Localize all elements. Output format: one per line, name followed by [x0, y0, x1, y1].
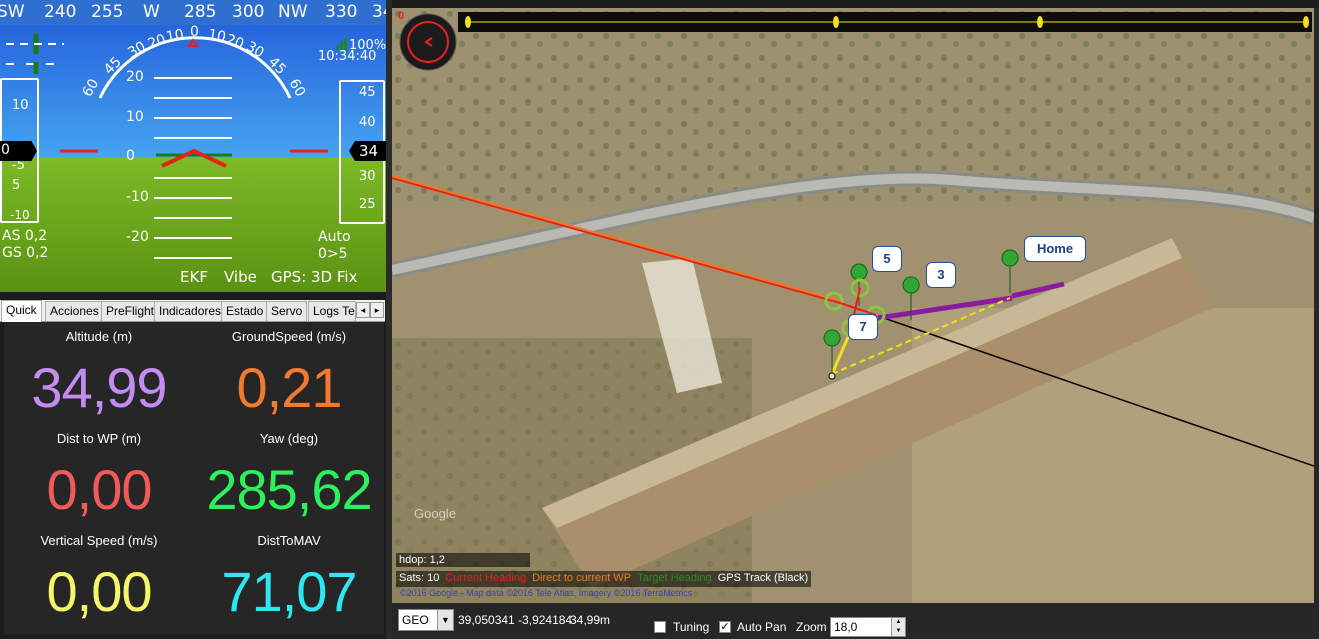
zoom-input[interactable]: 18,0 ▲ ▼: [830, 617, 906, 637]
altitude-label: Altitude (m): [65, 329, 133, 344]
home-marker[interactable]: Home: [1024, 236, 1086, 262]
flight-mode: Auto: [318, 229, 351, 245]
map-legend: Sats: 10 Current Heading Direct to curre…: [396, 571, 812, 587]
legend-target-heading: Target Heading: [634, 571, 715, 587]
spin-down-icon[interactable]: ▼: [891, 627, 905, 636]
zoom-label: Zoom: [796, 620, 827, 634]
dist-to-mav-value[interactable]: 71,07: [194, 559, 384, 624]
legend-current-heading: Current Heading: [442, 571, 530, 587]
coord-type-select[interactable]: GEO ▼: [398, 609, 454, 631]
airspeed: AS 0,2: [2, 228, 48, 244]
speed-tick: -10: [10, 208, 30, 222]
vertical-speed-value[interactable]: 0,00: [4, 559, 194, 624]
tuning-checkbox[interactable]: [654, 621, 666, 633]
vertical-speed-label: Vertical Speed (m/s): [40, 533, 158, 548]
altitude-value[interactable]: 34,99: [4, 355, 194, 420]
tab-scroll-left-icon[interactable]: ◂: [356, 302, 370, 318]
waypoint-7[interactable]: 7: [848, 314, 878, 340]
autopan-checkbox[interactable]: ✓: [719, 621, 731, 633]
speed-readout: 0: [0, 141, 37, 161]
tab-logs[interactable]: Logs Te: [308, 301, 356, 321]
altitude-readout: 34: [349, 141, 389, 161]
map-status-bar: GEO ▼ 39,050341 -3,924184 34,99m Tuning …: [392, 603, 1319, 639]
alt-tick: 30: [359, 169, 376, 184]
pitch-label: 20: [126, 69, 144, 85]
tab-bar: Quick Acciones PreFlight Indicadores Est…: [0, 300, 385, 322]
legend-gps-track: GPS Track (Black): [714, 571, 812, 587]
coordinates: 39,050341 -3,924184: [458, 613, 573, 627]
alt-tick: 25: [359, 197, 376, 212]
dist-to-mav-label: DistToMAV: [257, 533, 321, 548]
yaw-value[interactable]: 285,62: [194, 457, 384, 522]
groundspeed-label: GroundSpeed (m/s): [231, 329, 347, 344]
pitch-label: -20: [126, 229, 149, 245]
quick-panel: Altitude (m) 34,99 GroundSpeed (m/s) 0,2…: [4, 322, 384, 634]
chevron-down-icon[interactable]: ▼: [437, 610, 453, 630]
autopan-label: Auto Pan: [737, 620, 787, 634]
waypoint-5[interactable]: 5: [872, 246, 902, 272]
ekf-status[interactable]: EKF: [180, 268, 208, 286]
map-border: [1314, 8, 1319, 603]
tab-acciones[interactable]: Acciones: [45, 301, 104, 321]
waypoint-status: 0>5: [318, 246, 348, 262]
roll-label: 0: [190, 24, 199, 40]
tab-quick[interactable]: Quick: [1, 300, 42, 322]
tab-preflight[interactable]: PreFlight: [101, 301, 160, 321]
pitch-label: -10: [126, 189, 149, 205]
tab-estado[interactable]: Estado: [221, 301, 269, 321]
tab-scroll-right-icon[interactable]: ▸: [370, 302, 384, 318]
speed-tick: 10: [12, 98, 29, 113]
spin-up-icon[interactable]: ▲: [891, 618, 905, 627]
speed-tick: 5: [12, 178, 21, 193]
hud-panel: SW 240 255 W 285 300 NW 330 34: [0, 0, 389, 292]
hdop-readout: hdop: 1,2: [396, 553, 530, 567]
legend-direct-wp: Direct to current WP: [529, 571, 635, 587]
groundspeed-value[interactable]: 0,21: [194, 355, 384, 420]
alt-tick: 45: [359, 85, 376, 100]
clock: 10:34:40: [318, 49, 377, 64]
map-view[interactable]: 0 5 3 7 Home Google hdop: 1,2 Sats: 10 C…: [392, 8, 1314, 603]
map-copyright: ©2016 Google - Map data ©2016 Tele Atlas…: [400, 588, 693, 598]
groundspeed: GS 0,2: [2, 245, 49, 261]
sats-readout: Sats: 10: [396, 571, 443, 587]
vibe-status[interactable]: Vibe: [224, 268, 257, 286]
tab-indicadores[interactable]: Indicadores: [154, 301, 227, 321]
yaw-label: Yaw (deg): [259, 431, 319, 446]
tab-servo[interactable]: Servo: [266, 301, 308, 321]
altitude-readout: 34,99m: [570, 613, 611, 627]
dist-to-wp-label: Dist to WP (m): [56, 431, 142, 446]
pitch-label: 10: [126, 109, 144, 125]
tuning-label: Tuning: [673, 620, 710, 634]
roll-label: 10: [164, 26, 186, 46]
progress-zero: 0: [398, 10, 405, 22]
pitch-label: 0: [126, 148, 135, 164]
satellite-map[interactable]: [392, 8, 1314, 603]
waypoint-3[interactable]: 3: [926, 262, 956, 288]
alt-tick: 40: [359, 115, 376, 130]
gps-status: GPS: 3D Fix: [271, 268, 358, 286]
google-watermark: Google: [414, 506, 456, 521]
dist-to-wp-value[interactable]: 0,00: [4, 457, 194, 522]
